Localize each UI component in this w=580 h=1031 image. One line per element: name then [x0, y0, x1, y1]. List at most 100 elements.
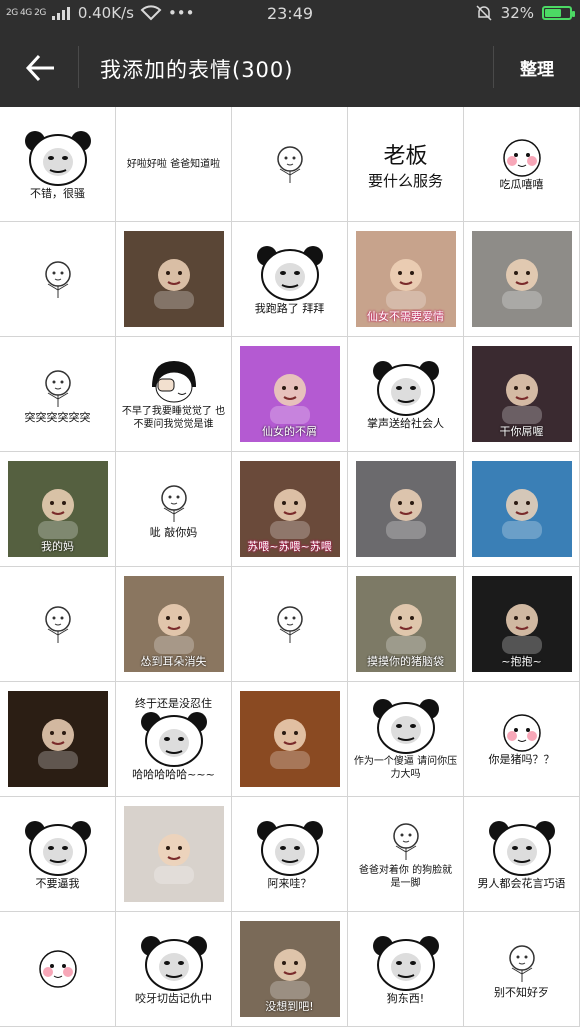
- sticker-cell[interactable]: 呲 敲你妈: [116, 452, 232, 567]
- sticker-caption: 狗东西!: [386, 991, 425, 1005]
- sticker-image: [355, 461, 456, 557]
- sticker-caption: 掌声送给社会人: [367, 416, 444, 430]
- sticker-caption: 别不知好歹: [494, 985, 549, 999]
- sticker-cell[interactable]: [116, 222, 232, 337]
- sticker-cell[interactable]: [0, 567, 116, 682]
- sticker-caption: 爸爸对着你 的狗脸就是一脚: [358, 865, 453, 889]
- sticker-cell[interactable]: 别不知好歹: [464, 912, 580, 1027]
- sticker-cell[interactable]: 咬牙切齿记仇中: [116, 912, 232, 1027]
- photo-subject-icon: [153, 604, 194, 654]
- organize-button[interactable]: 整理: [494, 28, 580, 107]
- sticker-cell[interactable]: [232, 567, 348, 682]
- sticker-cell[interactable]: [348, 452, 464, 567]
- sticker-cell[interactable]: 阿来哇？: [232, 797, 348, 912]
- sticker-cell[interactable]: 仙女不需要爱情: [348, 222, 464, 337]
- sticker-cell[interactable]: ~抱抱~: [464, 567, 580, 682]
- sticker-cell[interactable]: [464, 222, 580, 337]
- sticker-image: [240, 576, 340, 672]
- panda-face-icon: [372, 360, 439, 416]
- sticker-image: 掌声送给社会人: [354, 344, 458, 444]
- sticker-image: ~抱抱~: [471, 576, 572, 672]
- doodle-figure-icon: [44, 369, 71, 407]
- sticker-cell[interactable]: [0, 682, 116, 797]
- sticker-cell[interactable]: [0, 912, 116, 1027]
- panda-face-icon: [256, 820, 323, 876]
- sticker-caption-sub: 要什么服务: [367, 171, 443, 190]
- sticker-caption: 干你屌喔: [499, 425, 544, 438]
- sticker-caption: 不早了我要睡觉觉了 也不要问我觉觉是谁: [121, 406, 226, 430]
- sticker-image: 干你屌喔: [471, 346, 572, 442]
- photo-subject-icon: [153, 834, 194, 884]
- sticker-cell[interactable]: 突突突突突突: [0, 337, 116, 452]
- sticker-cell[interactable]: 爸爸对着你 的狗脸就是一脚: [348, 797, 464, 912]
- sticker-cell[interactable]: 终于还是没忍住 哈哈哈哈哈~~~: [116, 682, 232, 797]
- sticker-caption: 阿来哇？: [267, 876, 312, 890]
- sticker-cell[interactable]: 男人都会花言巧语: [464, 797, 580, 912]
- blush-face-icon: [502, 138, 541, 177]
- sticker-cell[interactable]: 我跑路了 拜拜: [232, 222, 348, 337]
- sticker-caption: 突突突突突突: [24, 410, 91, 424]
- sticker-image: 阿来哇？: [238, 804, 342, 904]
- sticker-caption: 男人都会花言巧语: [477, 876, 566, 890]
- sticker-image: 怂到耳朵消失: [123, 576, 224, 672]
- photo-subject-icon: [385, 489, 426, 539]
- sticker-caption: 不要逼我: [35, 876, 80, 890]
- sticker-image: [471, 461, 572, 557]
- sticker-cell[interactable]: 怂到耳朵消失: [116, 567, 232, 682]
- sticker-cell[interactable]: 摸摸你的猪脑袋: [348, 567, 464, 682]
- sticker-cell[interactable]: 我的妈: [0, 452, 116, 567]
- sticker-cell[interactable]: [232, 107, 348, 222]
- sticker-cell[interactable]: 不要逼我: [0, 797, 116, 912]
- photo-subject-icon: [269, 374, 310, 424]
- sticker-cell[interactable]: 作为一个傻逼 请问你压力大吗: [348, 682, 464, 797]
- photo-subject-icon: [501, 259, 542, 309]
- sticker-cell[interactable]: 仙女的不屑: [232, 337, 348, 452]
- sticker-cell[interactable]: [116, 797, 232, 912]
- sticker-image: [7, 691, 108, 787]
- panda-face-icon: [140, 712, 207, 767]
- sticker-cell[interactable]: [232, 682, 348, 797]
- sticker-cell[interactable]: [464, 452, 580, 567]
- back-button[interactable]: [22, 50, 58, 86]
- sticker-cell[interactable]: 狗东西!: [348, 912, 464, 1027]
- sticker-cell[interactable]: [0, 222, 116, 337]
- sticker-image: [8, 231, 108, 327]
- sticker-caption: 我的妈: [41, 540, 74, 553]
- sticker-cell[interactable]: 干你屌喔: [464, 337, 580, 452]
- sticker-image: 呲 敲你妈: [124, 461, 224, 557]
- sticker-cell[interactable]: 老板 要什么服务: [348, 107, 464, 222]
- sticker-cell[interactable]: 你是猪吗？？: [464, 682, 580, 797]
- sticker-cell[interactable]: 没想到吧!: [232, 912, 348, 1027]
- status-bar: 2G 4G 2G 0.40K/s ••• 23:49 32%: [0, 0, 580, 28]
- sticker-cell[interactable]: 不早了我要睡觉觉了 也不要问我觉觉是谁: [116, 337, 232, 452]
- panda-face-icon: [140, 935, 207, 991]
- sticker-image: [8, 576, 108, 672]
- sticker-image: [123, 806, 224, 902]
- sticker-caption: 吃瓜嘻嘻: [499, 177, 544, 191]
- sticker-image: 苏喂~苏喂~苏喂: [239, 461, 340, 557]
- sticker-cell[interactable]: 吃瓜嘻嘻: [464, 107, 580, 222]
- sticker-image: [123, 231, 224, 327]
- photo-subject-icon: [501, 374, 542, 424]
- sticker-cell[interactable]: 掌声送给社会人: [348, 337, 464, 452]
- sticker-image: [240, 116, 340, 212]
- sticker-caption: 仙女的不屑: [262, 425, 317, 438]
- sticker-cell[interactable]: 好啦好啦 爸爸知道啦: [116, 107, 232, 222]
- sticker-cell[interactable]: 不错，很骚: [0, 107, 116, 222]
- panda-face-icon: [488, 820, 555, 876]
- sticker-image: [471, 231, 572, 327]
- panda-face-icon: [372, 935, 439, 991]
- sticker-caption: 仙女不需要爱情: [367, 310, 444, 323]
- mute-bell-icon: [476, 5, 492, 21]
- photo-subject-icon: [269, 949, 310, 999]
- sticker-image: 男人都会花言巧语: [470, 804, 574, 904]
- sticker-caption: ~抱抱~: [501, 655, 542, 668]
- sticker-image: 摸摸你的猪脑袋: [355, 576, 456, 672]
- arrow-left-icon: [25, 54, 54, 82]
- photo-subject-icon: [501, 604, 542, 654]
- sticker-cell[interactable]: 苏喂~苏喂~苏喂: [232, 452, 348, 567]
- doodle-figure-icon: [44, 261, 71, 298]
- sticker-caption: 你是猪吗？？: [488, 752, 555, 766]
- sticker-caption: 咬牙切齿记仇中: [135, 991, 212, 1005]
- doodle-figure-icon: [276, 606, 303, 643]
